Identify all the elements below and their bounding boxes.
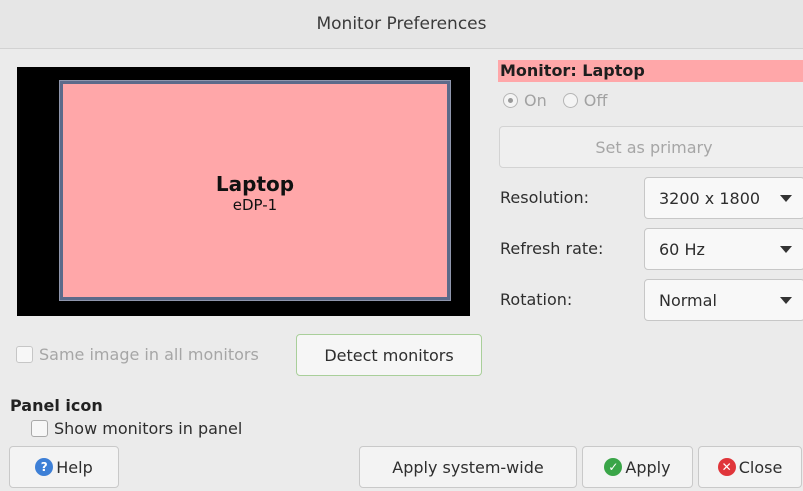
set-primary-label: Set as primary <box>595 137 713 157</box>
show-monitors-checkbox[interactable] <box>31 420 48 437</box>
resolution-select[interactable]: 3200 x 1800 <box>644 177 803 219</box>
monitor-name: Laptop <box>215 172 295 196</box>
close-icon: ✕ <box>717 458 736 476</box>
monitor-header: Monitor: Laptop <box>498 60 803 82</box>
resolution-label: Resolution: <box>500 188 589 207</box>
refresh-rate-value: 60 Hz <box>659 239 705 259</box>
apply-system-wide-button[interactable]: Apply system-wide <box>359 446 577 488</box>
same-image-checkbox[interactable] <box>16 346 33 363</box>
rotation-value: Normal <box>659 290 717 310</box>
panel-icon-title: Panel icon <box>10 396 103 415</box>
same-image-checkbox-row[interactable]: Same image in all monitors <box>16 345 259 364</box>
on-radio[interactable] <box>503 93 518 108</box>
apply-button[interactable]: ✓ Apply <box>582 446 693 488</box>
help-button[interactable]: ? Help <box>9 446 119 488</box>
detect-monitors-button[interactable]: Detect monitors <box>296 334 482 376</box>
rotation-label: Rotation: <box>500 290 573 309</box>
apply-system-wide-label: Apply system-wide <box>392 457 544 477</box>
dropdown-arrow-icon <box>780 195 792 202</box>
off-radio[interactable] <box>562 93 578 108</box>
rotation-select[interactable]: Normal <box>644 279 803 321</box>
detect-monitors-label: Detect monitors <box>324 345 454 365</box>
dropdown-arrow-icon <box>780 297 792 304</box>
same-image-label: Same image in all monitors <box>39 345 259 364</box>
off-radio-label: Off <box>583 91 608 110</box>
help-label: Help <box>56 457 93 477</box>
resolution-value: 3200 x 1800 <box>659 188 761 208</box>
apply-label: Apply <box>625 457 671 477</box>
close-label: Close <box>738 457 783 477</box>
show-monitors-label: Show monitors in panel <box>54 419 243 438</box>
monitor-port: eDP-1 <box>232 196 278 214</box>
on-radio-label: On <box>524 91 547 110</box>
help-icon: ? <box>35 458 54 476</box>
monitor-preview-area: Laptop eDP-1 <box>17 67 470 316</box>
show-monitors-checkbox-row[interactable]: Show monitors in panel <box>31 419 242 438</box>
monitor-laptop-screen[interactable]: Laptop eDP-1 <box>59 80 451 301</box>
close-button[interactable]: ✕ Close <box>698 446 802 488</box>
refresh-rate-label: Refresh rate: <box>500 239 604 258</box>
refresh-rate-select[interactable]: 60 Hz <box>644 228 803 270</box>
set-primary-button[interactable]: Set as primary <box>499 126 803 168</box>
dropdown-arrow-icon <box>780 246 792 253</box>
check-icon: ✓ <box>604 458 623 476</box>
window-title: Monitor Preferences <box>316 14 487 34</box>
power-radio-group: On Off <box>503 91 623 110</box>
window-titlebar[interactable]: Monitor Preferences <box>0 0 803 49</box>
